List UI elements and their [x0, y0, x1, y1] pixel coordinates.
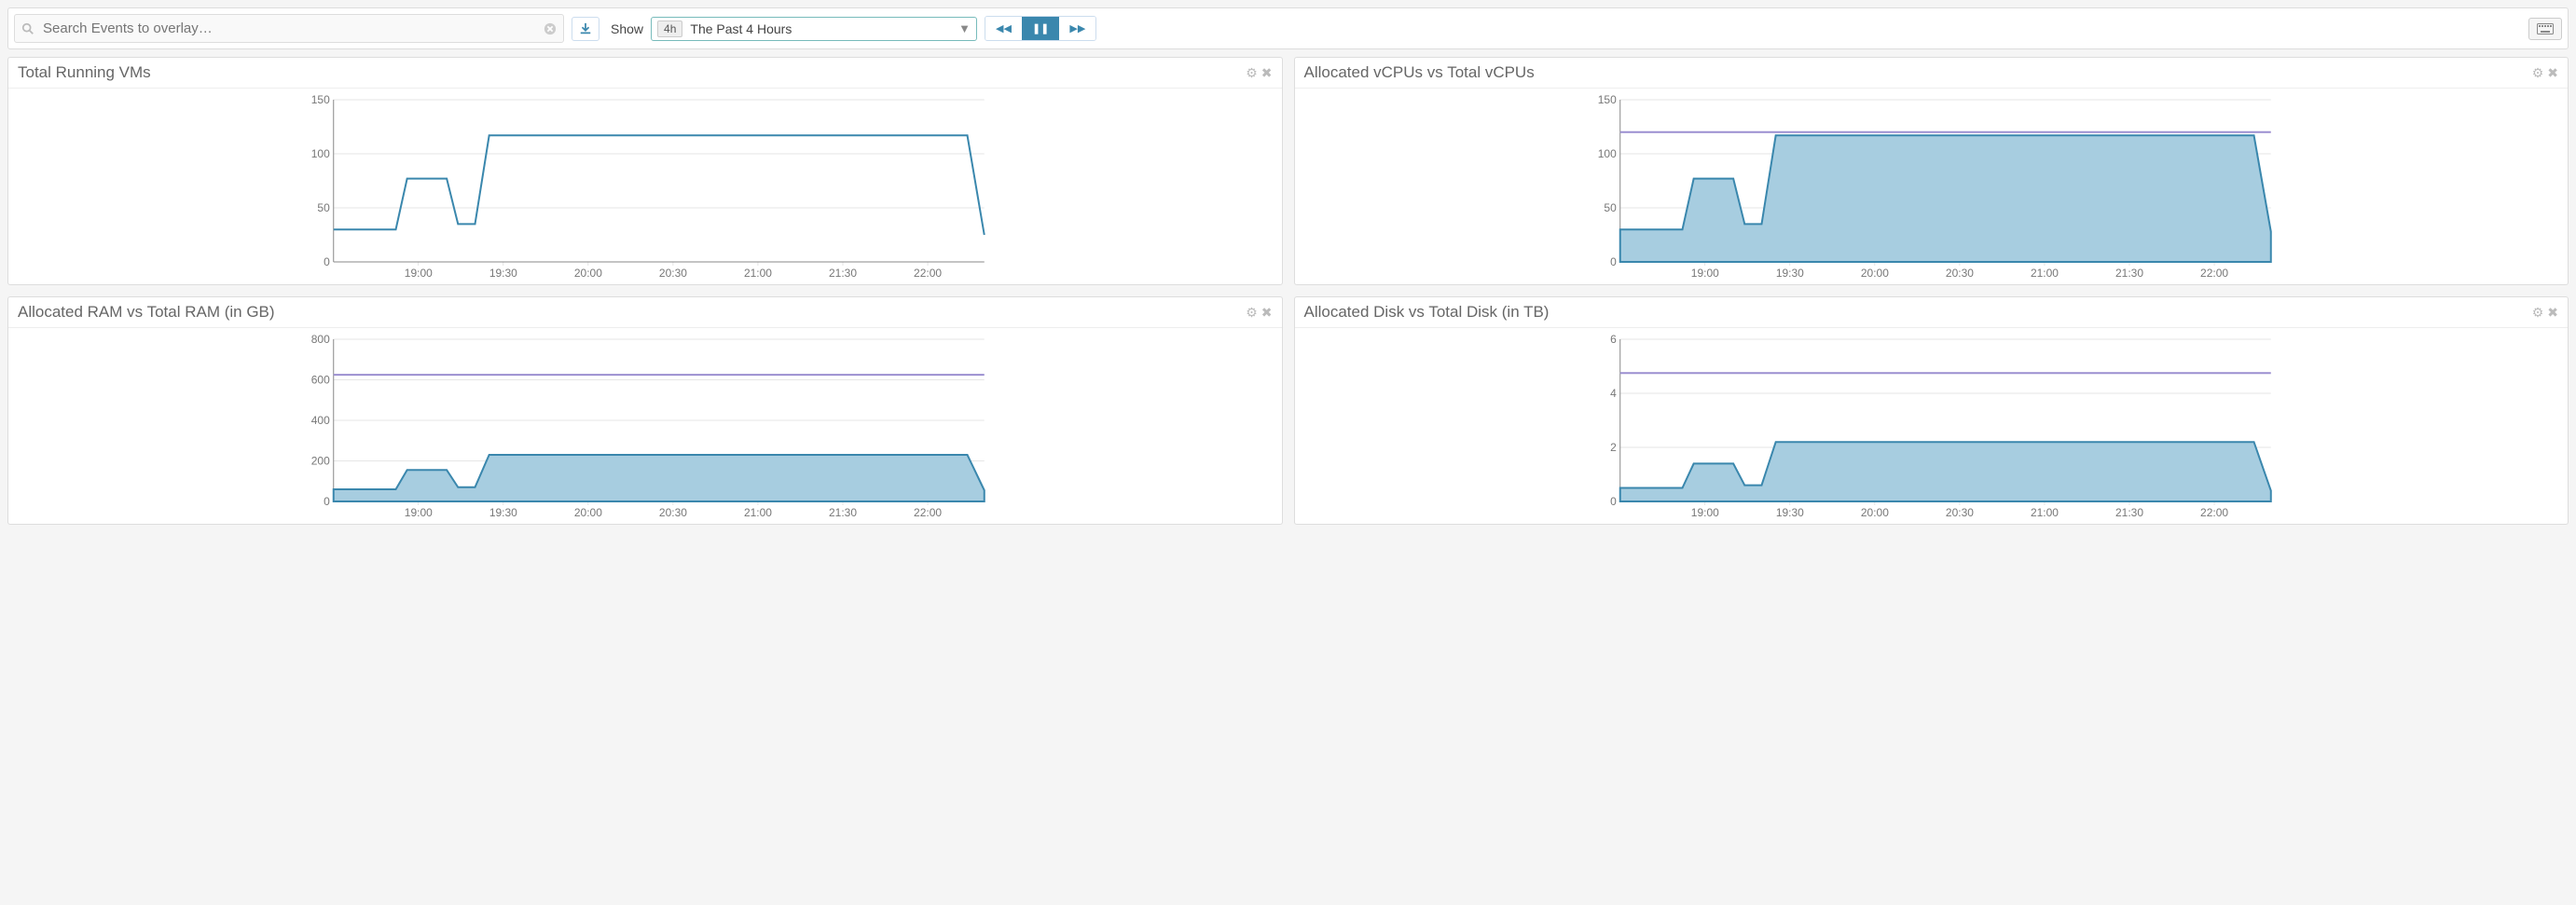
svg-text:19:30: 19:30 — [1775, 506, 1803, 519]
download-button[interactable] — [572, 17, 599, 41]
svg-text:150: 150 — [1597, 94, 1616, 106]
chart-card-0: Total Running VMs ⚙✖ 0501001508:3019:001… — [7, 57, 1283, 285]
svg-text:100: 100 — [1597, 147, 1616, 160]
svg-text:19:00: 19:00 — [1690, 506, 1718, 519]
chart-title: Allocated vCPUs vs Total vCPUs — [1304, 63, 2532, 82]
svg-text:20:30: 20:30 — [1945, 506, 1973, 519]
chart-title: Allocated RAM vs Total RAM (in GB) — [18, 303, 1246, 322]
chart-card-1: Allocated vCPUs vs Total vCPUs ⚙✖ 0 50 100… — [1294, 57, 2569, 285]
chart-title: Allocated Disk vs Total Disk (in TB) — [1304, 303, 2532, 322]
playback-controls: ◀◀ ❚❚ ▶▶ — [985, 16, 1096, 41]
search-input[interactable] — [14, 14, 564, 43]
chart-title: Total Running VMs — [18, 63, 1246, 82]
gear-icon[interactable]: ⚙ — [1246, 305, 1258, 321]
chart-plot-3[interactable]: 02468:3019:0019:3020:0020:3021:0021:3022… — [1295, 328, 2569, 524]
keyboard-button[interactable] — [2528, 18, 2562, 40]
svg-text:0: 0 — [324, 495, 330, 508]
svg-text:200: 200 — [311, 455, 330, 468]
chart-plot-2[interactable]: 02004006008008:3019:0019:3020:0020:3021:… — [8, 328, 1282, 524]
svg-text:21:30: 21:30 — [829, 506, 857, 519]
svg-text:20:00: 20:00 — [1860, 506, 1888, 519]
gear-icon[interactable]: ⚙ — [1246, 65, 1258, 81]
svg-text:21:30: 21:30 — [2115, 506, 2142, 519]
svg-text:19:30: 19:30 — [489, 267, 517, 280]
toolbar: Show 4h The Past 4 Hours ▼ ◀◀ ❚❚ ▶▶ — [7, 7, 2569, 49]
close-icon[interactable]: ✖ — [2547, 65, 2558, 81]
close-icon[interactable]: ✖ — [2547, 305, 2558, 321]
svg-text:0: 0 — [1610, 495, 1617, 508]
svg-text:21:00: 21:00 — [2030, 267, 2058, 280]
chart-card-3: Allocated Disk vs Total Disk (in TB) ⚙✖ … — [1294, 296, 2569, 525]
rewind-button[interactable]: ◀◀ — [985, 17, 1022, 40]
svg-text:20:30: 20:30 — [659, 506, 687, 519]
svg-text:20:00: 20:00 — [574, 267, 602, 280]
svg-text:800: 800 — [311, 334, 330, 346]
svg-text:21:00: 21:00 — [744, 506, 772, 519]
chevron-down-icon: ▼ — [958, 21, 971, 35]
svg-text:21:00: 21:00 — [744, 267, 772, 280]
chart-grid: Total Running VMs ⚙✖ 0501001508:3019:001… — [0, 57, 2576, 532]
svg-text:20:00: 20:00 — [1860, 267, 1888, 280]
pause-button[interactable]: ❚❚ — [1022, 17, 1059, 40]
svg-text:19:00: 19:00 — [1690, 267, 1718, 280]
svg-text:50: 50 — [317, 201, 330, 214]
svg-text:19:00: 19:00 — [405, 267, 433, 280]
svg-text:21:30: 21:30 — [2115, 267, 2142, 280]
range-text: The Past 4 Hours — [690, 21, 951, 36]
close-icon[interactable]: ✖ — [1261, 305, 1273, 321]
time-range-selector[interactable]: 4h The Past 4 Hours ▼ — [651, 17, 977, 41]
svg-text:100: 100 — [311, 147, 330, 160]
svg-text:22:00: 22:00 — [914, 506, 942, 519]
clear-icon[interactable] — [544, 22, 557, 35]
svg-text:600: 600 — [311, 374, 330, 387]
close-icon[interactable]: ✖ — [1261, 65, 1273, 81]
search-wrap — [14, 14, 564, 43]
svg-text:22:00: 22:00 — [914, 267, 942, 280]
svg-text:19:00: 19:00 — [405, 506, 433, 519]
svg-text:50: 50 — [1604, 201, 1617, 214]
svg-text:19:30: 19:30 — [1775, 267, 1803, 280]
gear-icon[interactable]: ⚙ — [2532, 305, 2544, 321]
svg-text:4: 4 — [1610, 387, 1617, 400]
svg-text:21:00: 21:00 — [2030, 506, 2058, 519]
svg-text:20:30: 20:30 — [1945, 267, 1973, 280]
svg-text:21:30: 21:30 — [829, 267, 857, 280]
chart-card-2: Allocated RAM vs Total RAM (in GB) ⚙✖ 0 2… — [7, 296, 1283, 525]
range-tag: 4h — [657, 21, 682, 37]
chart-plot-1[interactable]: 0501001508:3019:0019:3020:0020:3021:0021… — [1295, 89, 2569, 284]
svg-text:22:00: 22:00 — [2200, 506, 2228, 519]
show-label: Show — [611, 21, 643, 36]
svg-text:20:30: 20:30 — [659, 267, 687, 280]
gear-icon[interactable]: ⚙ — [2532, 65, 2544, 81]
svg-text:400: 400 — [311, 414, 330, 427]
forward-button[interactable]: ▶▶ — [1059, 17, 1095, 40]
svg-text:0: 0 — [1610, 255, 1617, 268]
svg-text:20:00: 20:00 — [574, 506, 602, 519]
svg-text:6: 6 — [1610, 334, 1617, 346]
svg-text:22:00: 22:00 — [2200, 267, 2228, 280]
svg-text:0: 0 — [324, 255, 330, 268]
svg-text:150: 150 — [311, 94, 330, 106]
svg-text:2: 2 — [1610, 441, 1617, 454]
chart-plot-0[interactable]: 0501001508:3019:0019:3020:0020:3021:0021… — [8, 89, 1282, 284]
svg-text:19:30: 19:30 — [489, 506, 517, 519]
